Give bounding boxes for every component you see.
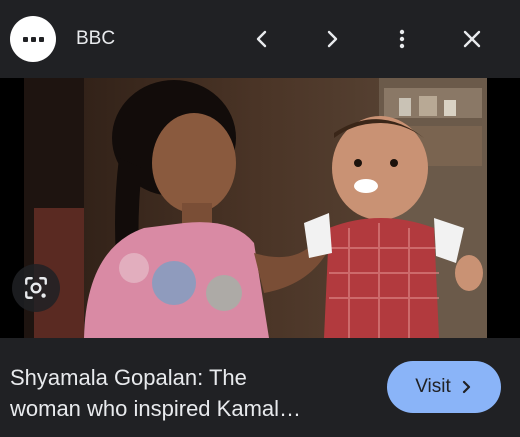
image-preview-area (0, 78, 520, 338)
source-logo-icon[interactable] (10, 16, 56, 62)
caption-line-1: Shyamala Gopalan: The (10, 365, 247, 390)
caption-line-2: woman who inspired Kamal… (10, 396, 302, 421)
photo-illustration (24, 78, 487, 338)
more-options-button[interactable] (383, 20, 421, 58)
close-icon (463, 30, 481, 48)
chevron-left-icon (256, 30, 267, 48)
chevron-right-icon (462, 380, 470, 394)
close-button[interactable] (453, 20, 491, 58)
next-button[interactable] (313, 20, 351, 58)
lens-search-icon (25, 277, 47, 299)
lens-search-button[interactable] (12, 264, 60, 312)
viewer-header: BBC (0, 0, 520, 78)
visit-button[interactable]: Visit (387, 361, 501, 413)
chevron-right-icon (327, 30, 338, 48)
visit-label: Visit (415, 376, 451, 397)
preview-photo[interactable] (24, 78, 487, 338)
previous-button[interactable] (243, 20, 281, 58)
source-name[interactable]: BBC (76, 28, 115, 50)
more-vert-icon (399, 29, 405, 49)
result-caption[interactable]: Shyamala Gopalan: The woman who inspired… (10, 362, 350, 424)
